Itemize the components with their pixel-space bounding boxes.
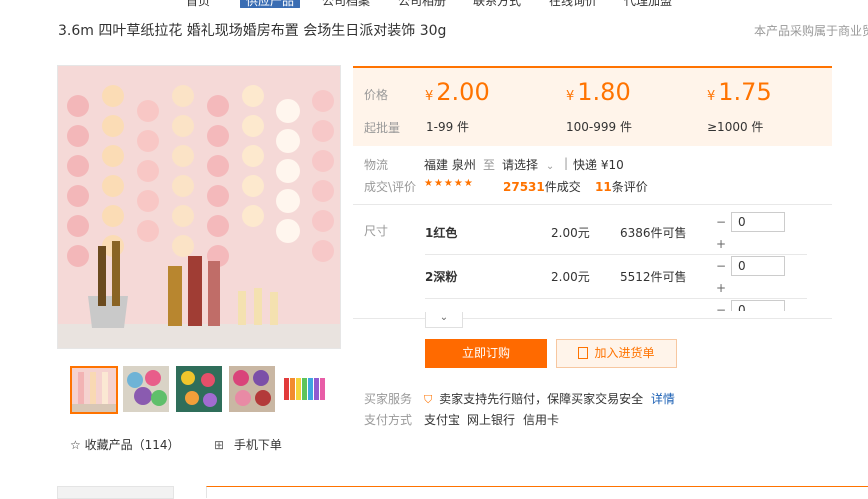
sku-price: 2.00元	[551, 226, 590, 240]
logistics-origin: 福建 泉州	[424, 158, 476, 172]
garland-photo	[58, 66, 340, 348]
main-product-image[interactable]	[57, 65, 341, 349]
nav-home[interactable]: 首页	[186, 0, 210, 8]
star-outline-icon: ☆	[70, 438, 81, 452]
sku-row: 1红色 2.00元 6386件可售 − 0 +	[425, 212, 805, 252]
range-tier-3: ≥1000 件	[707, 120, 764, 134]
price-value: 2.00	[436, 78, 490, 106]
favorite-product[interactable]: ☆ 收藏产品（114）	[70, 436, 180, 453]
divider: |	[564, 156, 569, 170]
sku-name: 2深粉	[425, 270, 458, 284]
range-tier-1: 1-99 件	[426, 120, 470, 134]
clipboard-icon	[578, 347, 589, 359]
price-tier-1: ¥2.00	[425, 78, 490, 106]
thumbnail-image	[176, 366, 222, 412]
product-title: 3.6m 四叶草纸拉花 婚礼现场婚房布置 会场生日派对装饰 30g	[58, 23, 447, 39]
order-now-button[interactable]: 立即订购	[425, 339, 547, 368]
deal-count[interactable]: 27531件成交	[503, 178, 581, 195]
thumbnail-image	[229, 366, 275, 412]
mobile-order[interactable]: ⊞ 手机下单	[214, 436, 282, 453]
thumbnail-image	[72, 368, 116, 412]
nav-album[interactable]: 公司相册	[398, 0, 446, 8]
favorite-label: 收藏产品（114）	[84, 438, 180, 452]
price-label: 价格	[364, 88, 389, 102]
review-count-value: 11	[595, 180, 612, 194]
thumbnail-4[interactable]	[229, 366, 275, 412]
increment-button[interactable]: +	[711, 234, 731, 254]
decrement-button[interactable]: −	[711, 256, 731, 276]
service-label: 买家服务	[364, 392, 413, 406]
payment-method: 支付宝	[424, 413, 461, 427]
quantity-input[interactable]: 0	[731, 300, 785, 311]
service-info: ⛉ 卖家支持先行赔付，保障买家交易安全 详情	[424, 390, 675, 407]
price-value: 1.80	[577, 78, 631, 106]
bottom-left-panel	[57, 486, 174, 499]
payment-method: 网上银行	[467, 413, 516, 427]
review-count-suffix: 条评价	[611, 180, 648, 194]
logistics-to: 至	[483, 158, 496, 172]
thumbnail-image	[123, 366, 169, 412]
chevron-down-icon: ⌄	[439, 312, 449, 323]
service-detail-link[interactable]: 详情	[651, 392, 675, 406]
price-value: 1.75	[718, 78, 772, 106]
moq-label: 起批量	[364, 121, 401, 135]
increment-button[interactable]: +	[711, 278, 731, 298]
quantity-stepper: − 0	[711, 300, 785, 311]
sku-name: 1红色	[425, 226, 458, 240]
chevron-down-icon: ⌄	[545, 161, 555, 172]
destination-select-label: 请选择	[502, 158, 539, 172]
deal-label: 成交\评价	[364, 180, 417, 194]
deal-count-value: 27531	[503, 180, 545, 194]
add-to-cart-label: 加入进货单	[594, 346, 655, 360]
payment-label: 支付方式	[364, 413, 413, 427]
shield-icon: ⛉	[424, 393, 433, 406]
sku-price: 2.00元	[551, 270, 590, 284]
service-text: 卖家支持先行赔付，保障买家交易安全	[439, 392, 644, 406]
qr-code-icon: ⊞	[214, 438, 225, 452]
quantity-stepper: − 0 +	[711, 212, 785, 251]
price-panel: 价格 起批量 ¥2.00 ¥1.80 ¥1.75 1-99 件 100-999 …	[353, 66, 832, 146]
price-tier-2: ¥1.80	[566, 78, 631, 106]
decrement-button[interactable]: −	[711, 212, 731, 232]
sku-row: 2深粉 2.00元 5512件可售 − 0 +	[425, 256, 805, 296]
sku-label: 尺寸	[364, 224, 389, 238]
quantity-input[interactable]: 0	[731, 212, 785, 232]
review-count[interactable]: 11条评价	[595, 178, 648, 195]
currency-symbol: ¥	[707, 89, 716, 104]
range-tier-2: 100-999 件	[566, 120, 632, 134]
quantity-stepper: − 0 +	[711, 256, 785, 295]
add-to-cart-button[interactable]: 加入进货单	[556, 339, 677, 368]
nav-products[interactable]: 供应产品	[240, 0, 301, 8]
divider	[425, 298, 807, 299]
rating-stars: ★★★★★	[424, 178, 474, 189]
sku-stock: 5512件可售	[620, 270, 687, 284]
bottom-tabs-bar	[206, 486, 868, 498]
nav-contact[interactable]: 联系方式	[473, 0, 521, 8]
thumbnail-image	[282, 366, 328, 412]
quantity-input[interactable]: 0	[731, 256, 785, 276]
thumbnail-2[interactable]	[123, 366, 169, 412]
divider	[425, 254, 807, 255]
purchase-notice: 本产品采购属于商业贸	[754, 24, 868, 38]
nav-company[interactable]: 公司档案	[322, 0, 370, 8]
thumbnail-1[interactable]	[70, 366, 118, 414]
price-tier-3: ¥1.75	[707, 78, 772, 106]
destination-select[interactable]: 请选择 ⌄	[502, 156, 554, 173]
thumbnail-3[interactable]	[176, 366, 222, 412]
nav-agent[interactable]: 代理加盟	[624, 0, 672, 8]
mobile-order-label: 手机下单	[233, 438, 282, 452]
decrement-button[interactable]: −	[711, 300, 731, 311]
currency-symbol: ¥	[425, 89, 434, 104]
deal-count-suffix: 件成交	[544, 180, 581, 194]
express-fee: 快递 ¥10	[573, 158, 624, 172]
nav-inquiry[interactable]: 在线询价	[549, 0, 597, 8]
top-nav: 首页 供应产品 公司档案 公司相册 联系方式 在线询价 代理加盟	[0, 0, 868, 8]
currency-symbol: ¥	[566, 89, 575, 104]
logistics-label: 物流	[364, 158, 389, 172]
expand-toggle[interactable]: ⌄	[425, 312, 463, 328]
payment-method: 信用卡	[523, 413, 560, 427]
sku-stock: 6386件可售	[620, 226, 687, 240]
thumbnail-5[interactable]	[282, 366, 328, 412]
divider	[353, 204, 832, 205]
